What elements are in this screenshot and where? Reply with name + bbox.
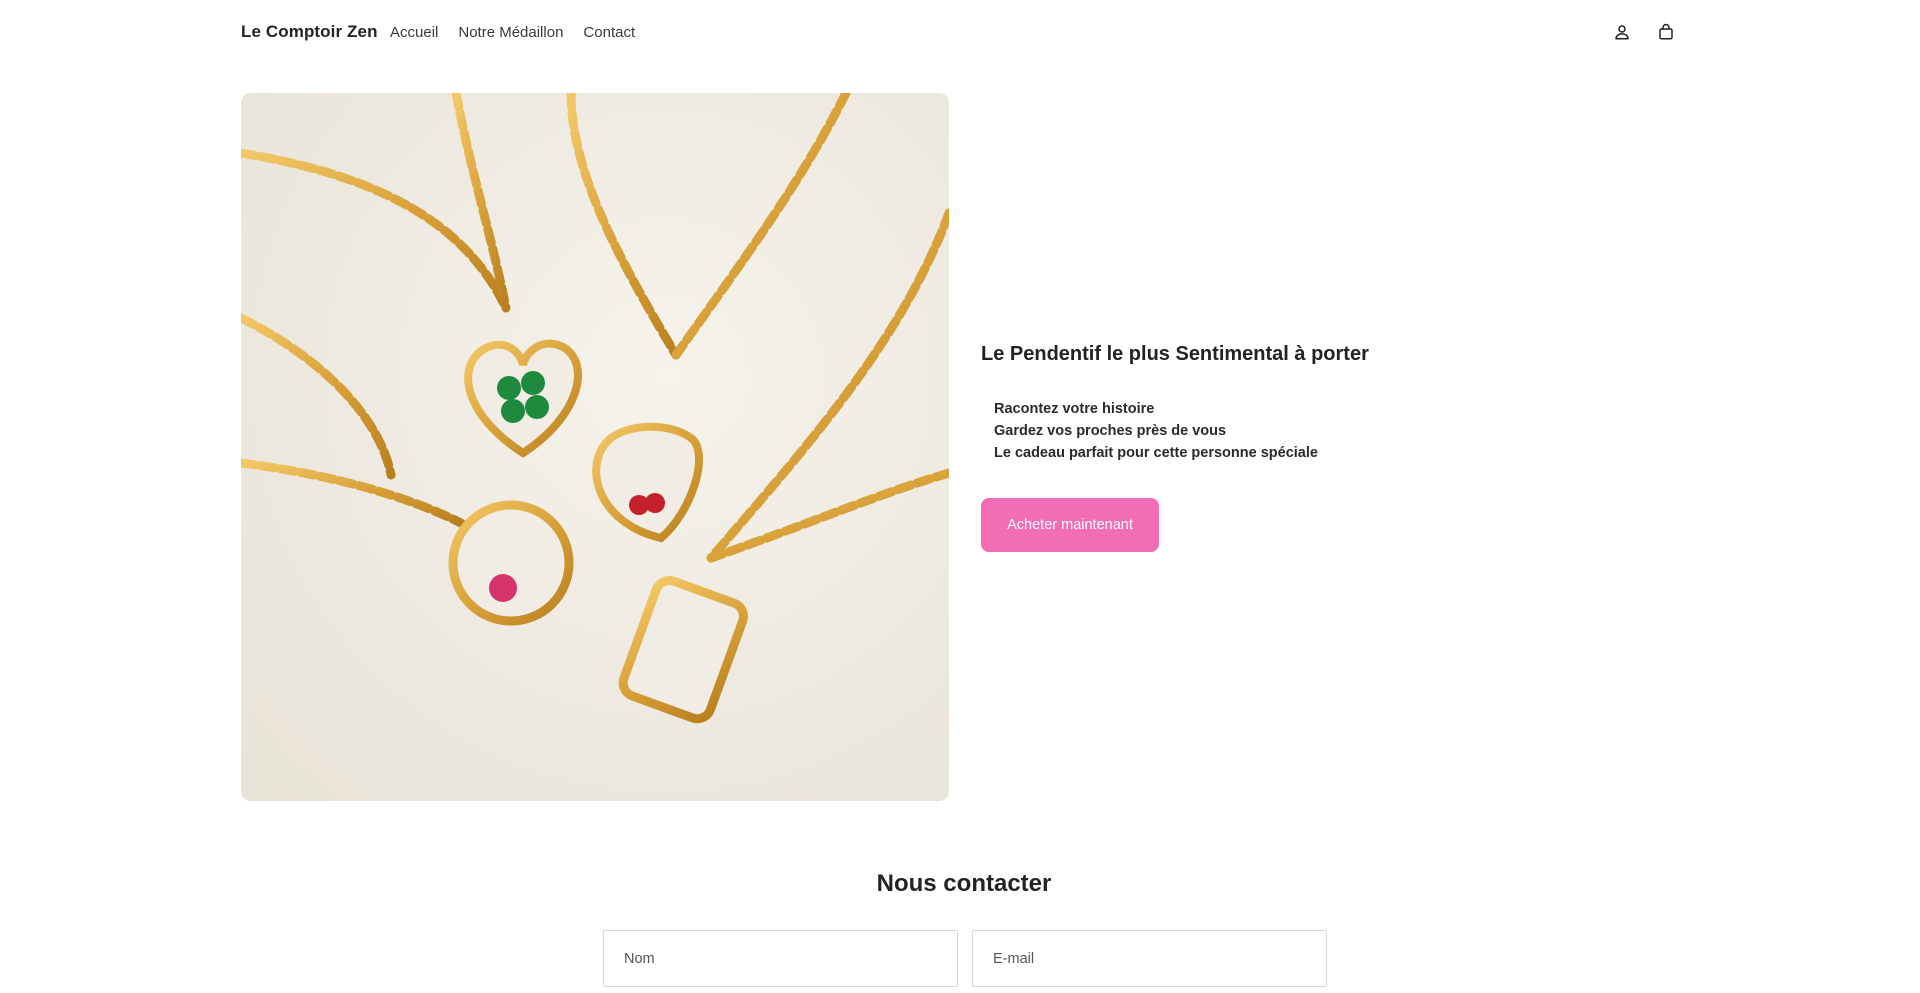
benefit-item: Racontez votre histoire <box>994 401 1155 417</box>
contact-title: Nous contacter <box>876 870 1052 897</box>
benefit-item: Gardez vos proches près de vous <box>994 423 1227 439</box>
product-image <box>241 93 949 801</box>
email-field[interactable] <box>972 930 1327 987</box>
site-header: Le Comptoir Zen Accueil Notre Médaillon … <box>0 0 1920 66</box>
brand-logo[interactable]: Le Comptoir Zen <box>241 22 378 42</box>
nav-link-medaillon[interactable]: Notre Médaillon <box>458 24 563 41</box>
benefits-list: Racontez votre histoire Gardez vos proch… <box>994 398 1318 464</box>
shopping-bag-icon[interactable] <box>1655 21 1677 43</box>
buy-now-button[interactable]: Acheter maintenant <box>981 498 1159 552</box>
main-nav: Accueil Notre Médaillon Contact <box>390 24 635 41</box>
account-icon[interactable] <box>1611 21 1633 43</box>
name-field[interactable] <box>603 930 958 987</box>
round-locket <box>448 500 574 626</box>
nav-link-accueil[interactable]: Accueil <box>390 24 438 41</box>
benefit-item: Le cadeau parfait pour cette personne sp… <box>994 445 1318 461</box>
hero-heading: Le Pendentif le plus Sentimental à porte… <box>981 343 1369 365</box>
nav-link-contact[interactable]: Contact <box>583 24 635 41</box>
